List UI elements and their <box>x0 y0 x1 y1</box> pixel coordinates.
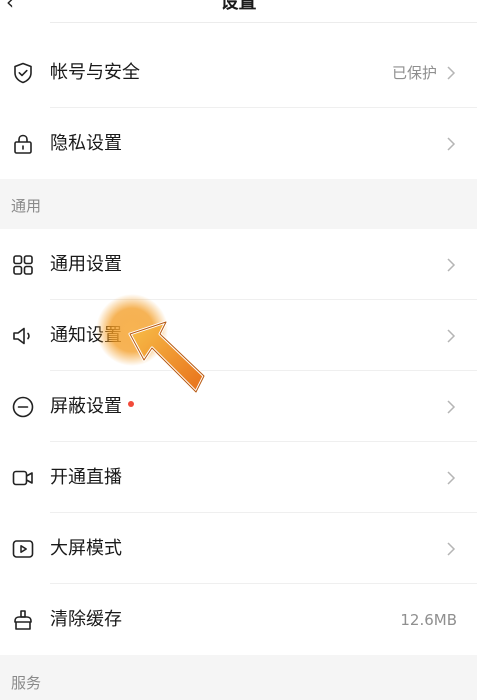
chevron-right-icon <box>447 137 456 151</box>
chevron-right-icon <box>447 329 456 343</box>
settings-item-label: 通知设置 <box>50 325 122 346</box>
chevron-right-icon <box>447 471 456 485</box>
settings-item-general[interactable]: 通用设置 <box>0 229 477 300</box>
top-bar: ‹ 设置 <box>0 0 477 23</box>
lock-icon <box>14 134 32 154</box>
section-header-general: 通用 <box>0 179 477 229</box>
settings-item-large-screen[interactable]: 大屏模式 <box>0 513 477 584</box>
chevron-right-icon <box>447 258 456 272</box>
settings-item-label: 清除缓存 <box>50 609 122 630</box>
settings-item-label: 屏蔽设置 <box>50 395 134 419</box>
settings-item-label: 通用设置 <box>50 254 122 275</box>
chevron-right-icon <box>447 400 456 414</box>
settings-item-label: 大屏模式 <box>50 538 122 559</box>
video-camera-icon <box>12 470 33 486</box>
section-title: 服务 <box>11 674 42 692</box>
settings-item-label: 隐私设置 <box>50 133 122 154</box>
protection-status: 已保护 <box>391 64 437 82</box>
settings-item-live[interactable]: 开通直播 <box>0 442 477 513</box>
cache-size: 12.6MB <box>400 611 457 629</box>
grid-icon <box>13 255 33 275</box>
chevron-right-icon <box>447 542 456 556</box>
page-title: 设置 <box>220 0 257 13</box>
divider <box>50 22 477 23</box>
settings-item-label: 开通直播 <box>50 467 122 488</box>
play-screen-icon <box>12 540 34 558</box>
settings-item-notifications[interactable]: 通知设置 <box>0 300 477 371</box>
red-dot-badge <box>128 401 134 407</box>
section-header-service: 服务 <box>0 655 477 700</box>
settings-item-block[interactable]: 屏蔽设置 <box>0 371 477 442</box>
shield-check-icon <box>14 62 32 84</box>
settings-item-label: 帐号与安全 <box>50 62 140 83</box>
settings-item-privacy[interactable]: 隐私设置 <box>0 108 477 179</box>
block-icon <box>12 396 34 418</box>
settings-item-clear-cache[interactable]: 清除缓存 12.6MB <box>0 584 477 655</box>
settings-item-account-security[interactable]: 帐号与安全 已保护 <box>0 37 477 108</box>
broom-icon <box>14 610 32 630</box>
speaker-icon <box>13 327 30 345</box>
section-title: 通用 <box>11 197 42 215</box>
chevron-right-icon <box>447 66 456 80</box>
